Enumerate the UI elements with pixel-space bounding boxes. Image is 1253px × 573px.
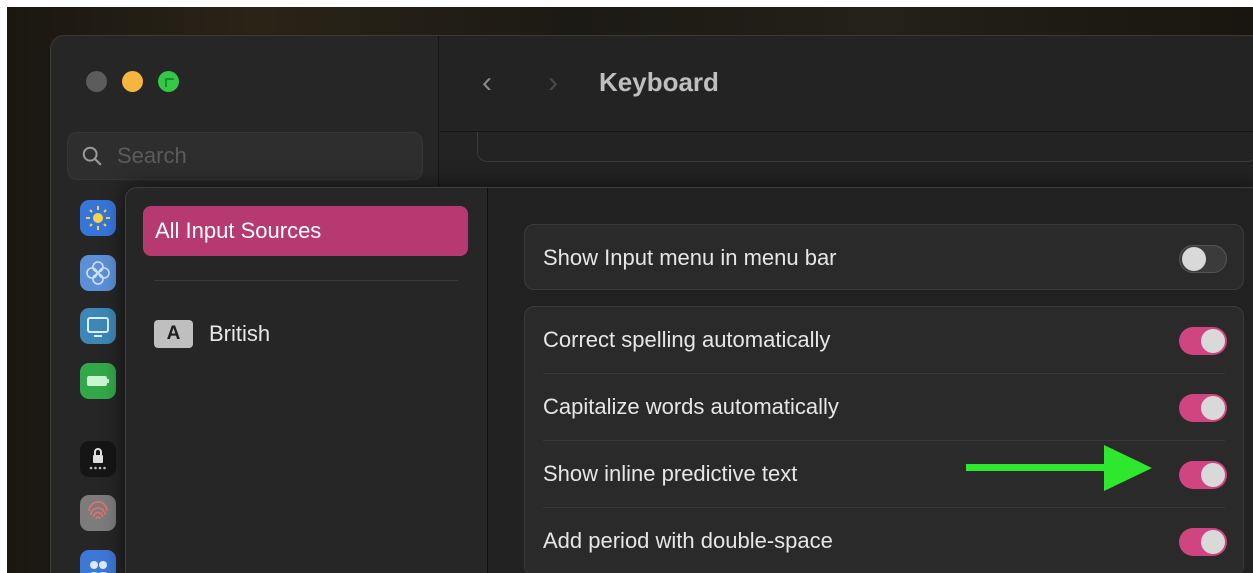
search-icon	[82, 146, 102, 166]
back-button[interactable]: ‹	[482, 66, 492, 100]
window-title: Keyboard	[599, 67, 719, 97]
text-input-options-group: Correct spelling automatically Capitaliz…	[524, 306, 1244, 573]
sidebar-users-icon[interactable]	[80, 550, 116, 573]
capitalize-words-label: Capitalize words automatically	[543, 394, 839, 419]
search-input[interactable]	[117, 133, 397, 179]
zoom-button[interactable]	[158, 71, 179, 92]
input-source-badge: A	[154, 320, 193, 348]
close-button[interactable]	[86, 71, 107, 92]
search-field[interactable]	[67, 132, 423, 180]
period-double-space-toggle[interactable]	[1179, 528, 1227, 556]
sidebar-appearance-icon[interactable]	[80, 200, 116, 236]
show-input-menu-row: Show Input menu in menu bar	[525, 225, 1243, 292]
correct-spelling-row: Correct spelling automatically	[525, 307, 1243, 374]
period-double-space-label: Add period with double-space	[543, 528, 833, 553]
inline-predictive-label: Show inline predictive text	[543, 461, 798, 486]
input-menu-group: Show Input menu in menu bar	[524, 224, 1244, 290]
input-source-label: British	[209, 321, 271, 346]
list-divider	[154, 280, 458, 281]
correct-spelling-label: Correct spelling automatically	[543, 327, 831, 352]
capitalize-words-toggle[interactable]	[1179, 394, 1227, 422]
background-panel	[477, 132, 1253, 162]
toggle-knob	[1201, 530, 1225, 554]
toggle-knob	[1182, 247, 1206, 271]
sidebar-display-icon[interactable]	[80, 308, 116, 344]
input-source-british[interactable]: A British	[154, 319, 270, 349]
green-arrow-icon	[966, 445, 1152, 491]
input-sources-list: All Input Sources A British	[126, 188, 488, 573]
period-double-space-row: Add period with double-space	[525, 508, 1243, 573]
correct-spelling-toggle[interactable]	[1179, 327, 1227, 355]
all-input-sources-item[interactable]: All Input Sources	[143, 206, 468, 256]
inline-predictive-toggle[interactable]	[1179, 461, 1227, 489]
toggle-knob	[1201, 463, 1225, 487]
sidebar-screensaver-icon[interactable]	[80, 255, 116, 291]
capitalize-words-row: Capitalize words automatically	[525, 374, 1243, 441]
sidebar-battery-icon[interactable]	[80, 363, 116, 399]
sidebar-lock-screen-icon[interactable]	[80, 441, 116, 477]
show-input-menu-label: Show Input menu in menu bar	[543, 245, 837, 270]
minimize-button[interactable]	[122, 71, 143, 92]
show-input-menu-toggle[interactable]	[1179, 245, 1227, 273]
toggle-knob	[1201, 329, 1225, 353]
input-sources-sheet: All Input Sources A British Show Input m…	[125, 187, 1253, 573]
forward-button[interactable]: ›	[548, 66, 558, 100]
toggle-knob	[1201, 396, 1225, 420]
sidebar-touch-id-icon[interactable]	[80, 495, 116, 531]
